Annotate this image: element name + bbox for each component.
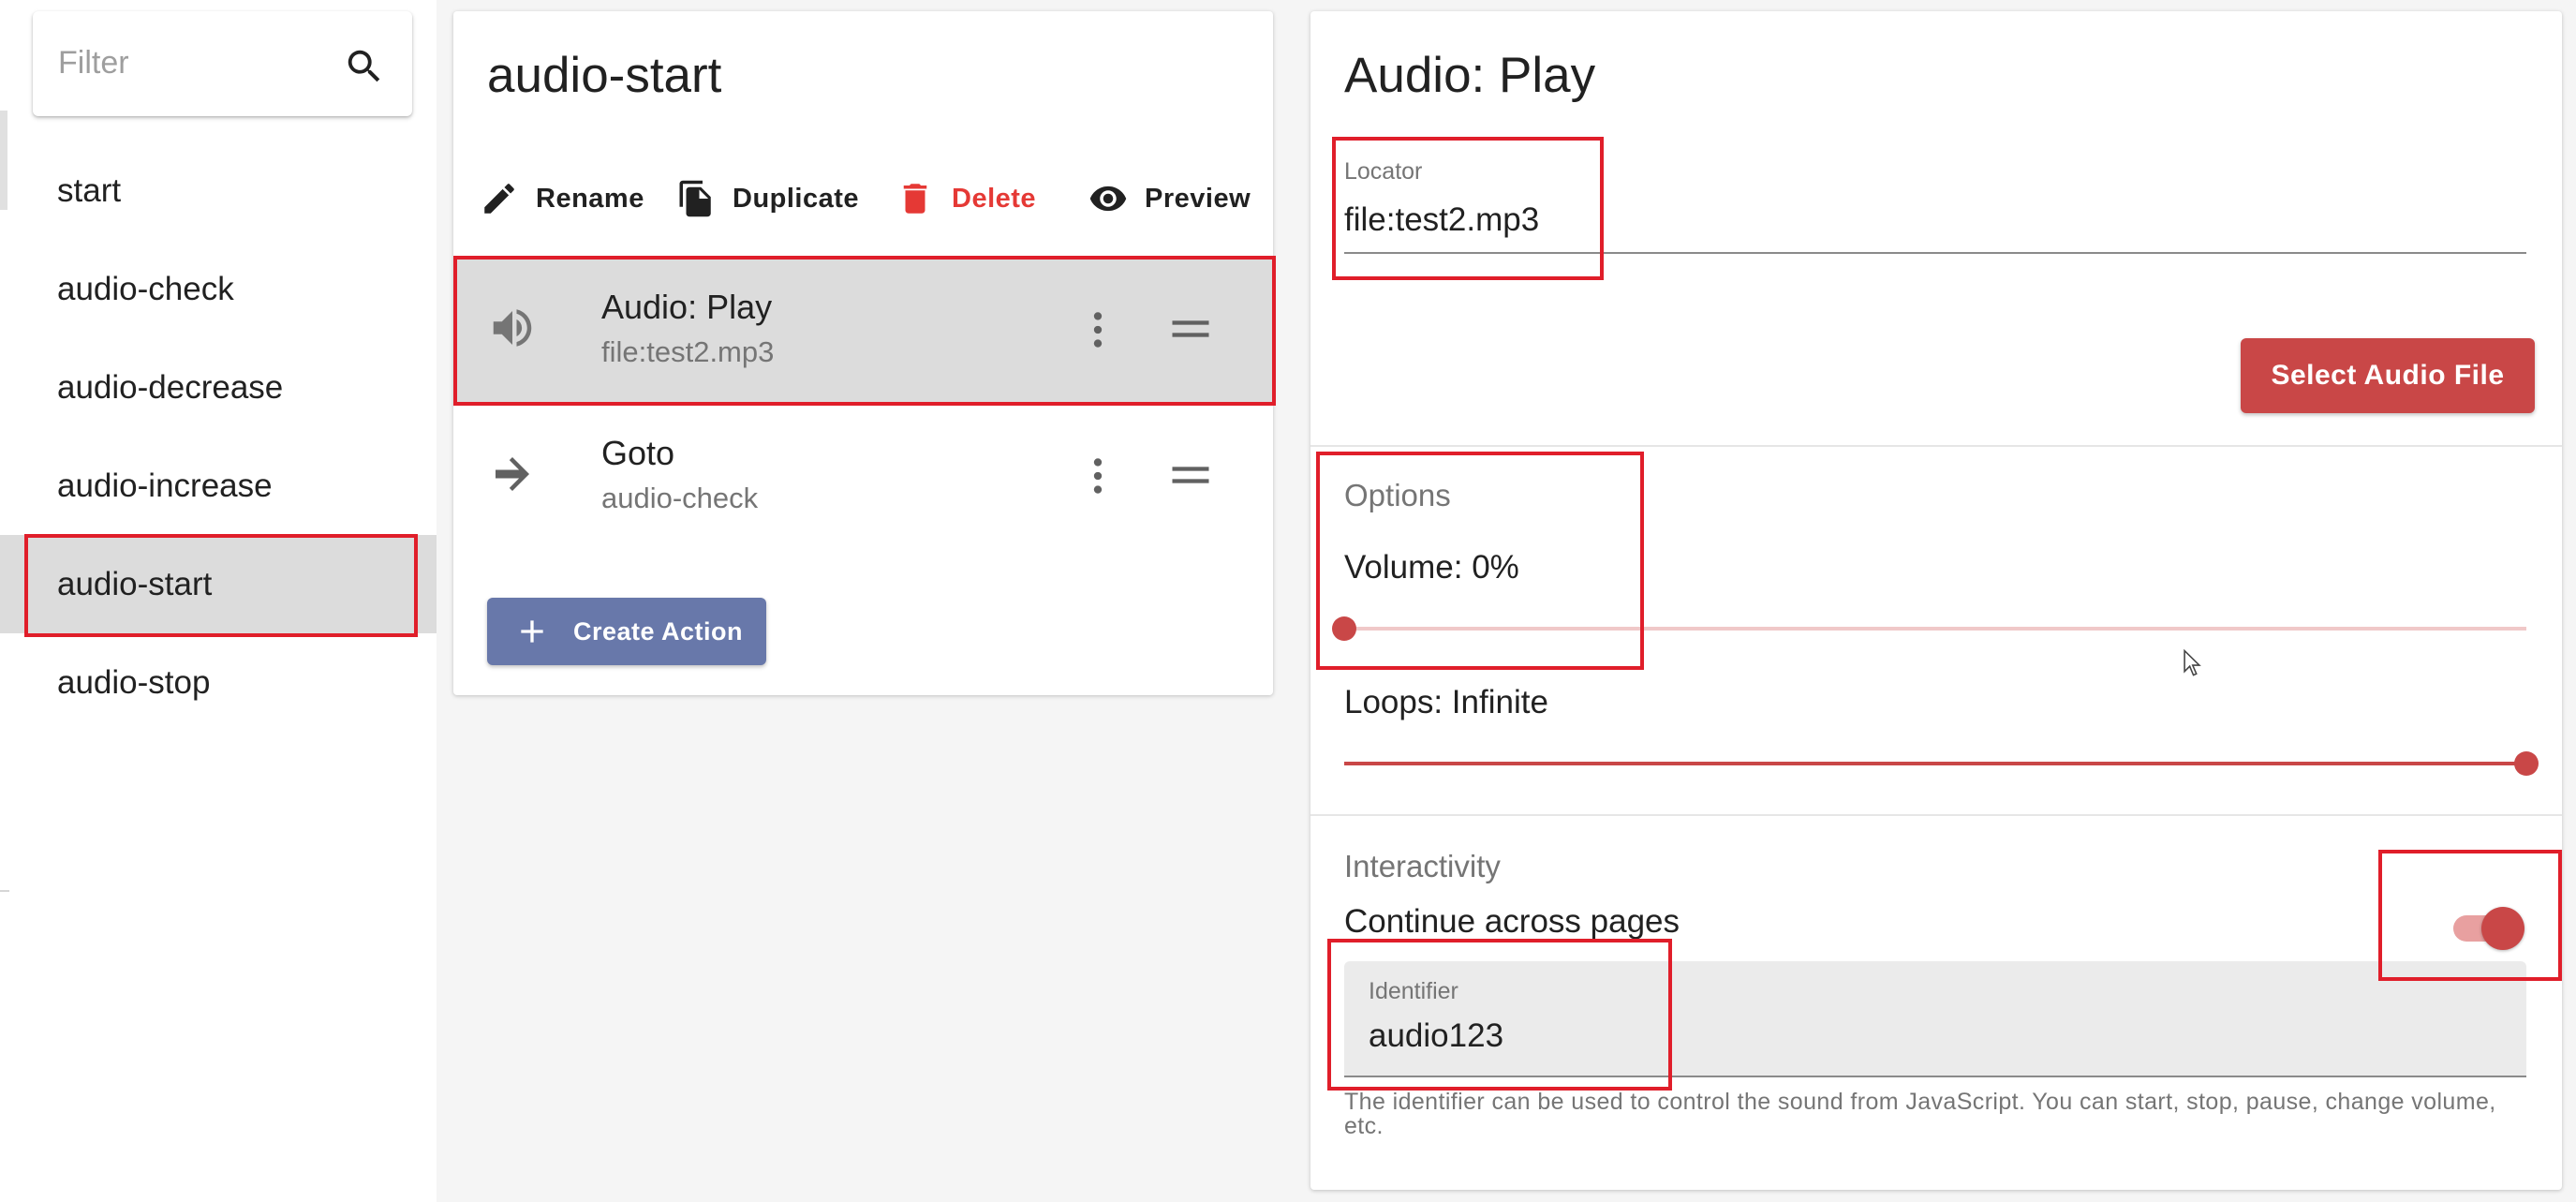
sidebar: start audio-check audio-decrease audio-i… [0, 0, 437, 1202]
sidebar-item-audio-check[interactable]: audio-check [0, 240, 437, 338]
continue-across-pages-label: Continue across pages [1344, 903, 1680, 940]
search-icon[interactable] [343, 45, 386, 88]
rename-label: Rename [536, 183, 644, 214]
locator-label: Locator [1344, 158, 1423, 185]
arrow-right-icon [496, 457, 529, 491]
page-actions-card: audio-start Rename Duplicate Delete Prev… [453, 11, 1273, 695]
sidebar-item-audio-start[interactable]: audio-start [0, 535, 437, 633]
toggle-thumb [2481, 907, 2524, 950]
volume-label: Volume: 0% [1344, 549, 1519, 586]
eye-icon [1089, 185, 1127, 212]
action-title: Goto [601, 434, 675, 472]
create-action-button[interactable]: Create Action [487, 598, 766, 665]
rename-button[interactable]: Rename [480, 161, 644, 236]
volume-icon [493, 309, 532, 347]
sidebar-item-label: audio-increase [57, 467, 273, 504]
sidebar-item-label: audio-start [57, 565, 213, 602]
identifier-label: Identifier [1369, 978, 1458, 1004]
filter-input[interactable] [56, 39, 337, 86]
duplicate-button[interactable]: Duplicate [676, 161, 859, 236]
duplicate-label: Duplicate [733, 183, 860, 214]
trash-icon [903, 184, 927, 214]
sidebar-item-audio-decrease[interactable]: audio-decrease [0, 338, 437, 437]
action-title: Audio: Play [601, 288, 773, 326]
loops-slider[interactable] [1344, 751, 2539, 776]
drag-handle-icon[interactable] [1166, 304, 1215, 353]
identifier-field[interactable]: Identifier audio123 [1344, 961, 2526, 1077]
loops-slider-fill [1344, 762, 2526, 765]
interactivity-section-title: Interactivity [1344, 849, 1501, 883]
action-row-goto[interactable]: Goto audio-check [453, 404, 1273, 550]
locator-field[interactable]: file:test2.mp3 [1344, 201, 1539, 239]
sidebar-item-label: audio-decrease [57, 368, 284, 406]
volume-slider-rest [1344, 627, 2526, 631]
volume-slider[interactable] [1332, 616, 2526, 641]
select-audio-file-button[interactable]: Select Audio File [2241, 338, 2535, 413]
sidebar-item-audio-increase[interactable]: audio-increase [0, 437, 437, 535]
sidebar-edge-line [0, 890, 9, 892]
options-section-title: Options [1344, 478, 1451, 512]
filter-box [33, 11, 412, 116]
sidebar-item-start[interactable]: start [0, 141, 437, 240]
mouse-cursor-icon [2184, 649, 2201, 676]
plus-icon [521, 620, 543, 643]
sidebar-item-label: audio-stop [57, 663, 211, 701]
sidebar-item-label: start [57, 171, 122, 209]
action-row-audio-play[interactable]: Audio: Play file:test2.mp3 [453, 258, 1273, 404]
delete-button[interactable]: Delete [896, 161, 1036, 236]
identifier-helper-text: The identifier can be used to control th… [1344, 1089, 2496, 1139]
identifier-input[interactable]: audio123 [1369, 1017, 1503, 1055]
action-editor-card: Audio: Play Locator file:test2.mp3 Selec… [1310, 11, 2562, 1190]
loops-slider-thumb[interactable] [2514, 751, 2539, 776]
editor-title: Audio: Play [1344, 48, 1596, 103]
page-title: audio-start [487, 48, 722, 103]
drag-handle-icon[interactable] [1166, 451, 1215, 499]
delete-label: Delete [952, 183, 1037, 214]
create-action-label: Create Action [573, 616, 744, 646]
more-vert-icon[interactable] [1074, 453, 1121, 499]
action-subtitle: file:test2.mp3 [601, 335, 775, 368]
sidebar-item-label: audio-check [57, 270, 234, 307]
continue-across-pages-toggle[interactable] [2453, 900, 2524, 955]
preview-button[interactable]: Preview [1088, 161, 1251, 236]
loops-label: Loops: Infinite [1344, 684, 1548, 720]
volume-slider-thumb[interactable] [1332, 616, 1356, 641]
preview-label: Preview [1145, 183, 1251, 214]
section-divider [1310, 445, 2562, 447]
sidebar-item-audio-stop[interactable]: audio-stop [0, 633, 437, 732]
pencil-icon [484, 184, 514, 214]
locator-underline [1344, 252, 2526, 254]
copy-icon [679, 180, 711, 217]
more-vert-icon[interactable] [1074, 306, 1121, 353]
action-subtitle: audio-check [601, 482, 759, 514]
section-divider [1310, 814, 2562, 816]
